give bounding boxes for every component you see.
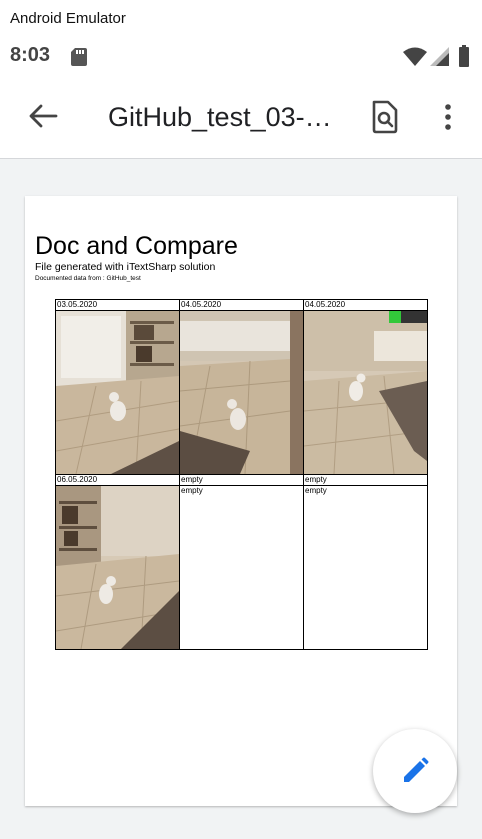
emulator-window-title: Android Emulator xyxy=(0,0,482,38)
app-bar: GitHub_test_03-05-2020.pdf xyxy=(0,76,482,159)
pencil-icon xyxy=(404,757,429,782)
pdf-subtitle: File generated with iTextSharp solution xyxy=(35,261,216,273)
label-row: 03.05.2020 04.05.2020 04.05.2020 xyxy=(55,299,428,311)
photo-date-label: 04.05.2020 xyxy=(181,300,222,309)
empty-label: empty xyxy=(305,475,327,484)
photo-row xyxy=(55,310,428,475)
find-in-page-icon[interactable] xyxy=(368,98,402,136)
status-bar: 8:03 xyxy=(0,38,482,76)
photo-date-label: 03.05.2020 xyxy=(57,300,98,309)
back-arrow-icon[interactable] xyxy=(26,99,60,133)
pdf-title: Doc and Compare xyxy=(35,232,238,260)
cell-signal-icon xyxy=(430,47,449,66)
wifi-icon xyxy=(403,47,427,66)
edit-fab-button[interactable] xyxy=(373,729,457,813)
cat-photo xyxy=(304,311,427,474)
empty-cell: empty xyxy=(180,486,303,649)
empty-cell: empty xyxy=(304,486,427,649)
cat-photo xyxy=(56,311,179,474)
photo-row: empty empty xyxy=(55,485,428,650)
sd-card-icon xyxy=(71,48,87,66)
more-options-icon[interactable] xyxy=(438,98,458,136)
cat-photo xyxy=(180,311,303,474)
cat-photo xyxy=(56,486,179,649)
battery-icon xyxy=(459,45,469,67)
empty-cell-text: empty xyxy=(181,486,203,495)
empty-cell-text: empty xyxy=(305,486,327,495)
status-time: 8:03 xyxy=(10,44,51,66)
photo-date-label: 06.05.2020 xyxy=(57,475,98,484)
pdf-page: Doc and Compare File generated with iTex… xyxy=(25,196,457,806)
label-row: 06.05.2020 empty empty xyxy=(55,474,428,486)
pdf-source-note: Documented data from : GitHub_test xyxy=(35,275,141,282)
photo-grid: 03.05.2020 04.05.2020 04.05.2020 06.05.2… xyxy=(55,299,428,650)
photo-date-label: 04.05.2020 xyxy=(305,300,346,309)
document-title: GitHub_test_03-05-2020.pdf xyxy=(108,102,340,132)
empty-label: empty xyxy=(181,475,203,484)
